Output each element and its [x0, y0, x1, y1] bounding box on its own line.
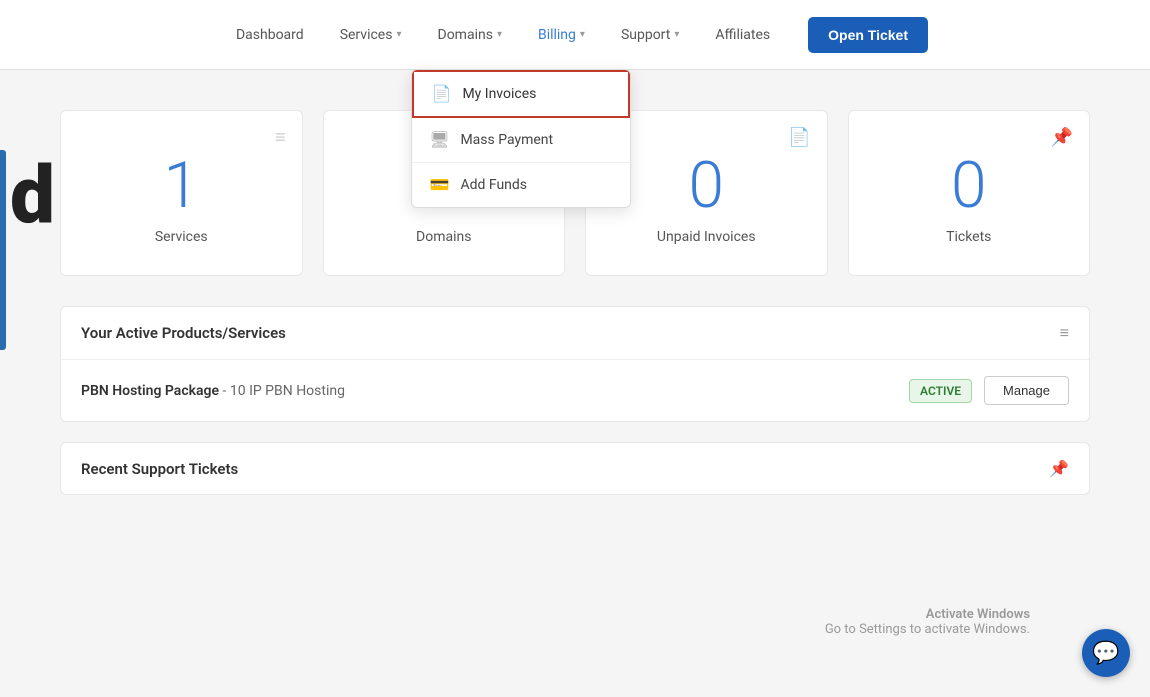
chat-bubble-button[interactable]: 💬: [1082, 629, 1130, 677]
billing-arrow-icon: ▾: [580, 29, 585, 40]
product-row: PBN Hosting Package - 10 IP PBN Hosting …: [61, 360, 1089, 421]
tickets-label: Tickets: [869, 229, 1070, 245]
nav-support[interactable]: Support ▾: [607, 19, 693, 51]
stat-services: ≡ 1 Services: [60, 110, 303, 276]
mass-payment-icon: 🖥: [430, 131, 448, 149]
nav-domains[interactable]: Domains ▾: [424, 19, 516, 51]
product-description: - 10 IP PBN Hosting: [223, 383, 345, 399]
navbar: Dashboard Services ▾ Domains ▾ Billing ▾…: [0, 0, 1150, 70]
recent-tickets-header: Recent Support Tickets 📌: [61, 443, 1089, 494]
manage-button[interactable]: Manage: [984, 376, 1069, 405]
unpaid-count: 0: [606, 151, 807, 221]
open-ticket-button[interactable]: Open Ticket: [808, 17, 928, 53]
left-letter: d: [10, 155, 55, 235]
side-indicator: [0, 150, 6, 350]
stat-tickets: 📌 0 Tickets: [848, 110, 1091, 276]
add-funds-icon: 💳: [430, 176, 448, 194]
domains-arrow-icon: ▾: [497, 29, 502, 40]
activate-windows-watermark: Activate Windows Go to Settings to activ…: [825, 607, 1030, 637]
tickets-count: 0: [869, 151, 1070, 221]
active-products-icon: ≡: [1060, 323, 1069, 343]
nav-affiliates[interactable]: Affiliates: [701, 19, 784, 51]
chat-icon: 💬: [1092, 641, 1119, 666]
nav-billing-container: Billing ▾ 📄 My Invoices 🖥 Mass Payment 💳…: [524, 19, 599, 51]
recent-tickets-title: Recent Support Tickets: [81, 460, 238, 478]
product-actions: ACTIVE Manage: [909, 376, 1069, 405]
recent-tickets-card: Recent Support Tickets 📌: [60, 442, 1090, 495]
nav-services[interactable]: Services ▾: [326, 19, 416, 51]
invoices-stat-icon: 📄: [788, 127, 810, 148]
services-stat-icon: ≡: [275, 127, 286, 148]
tickets-stat-icon: 📌: [1051, 127, 1073, 148]
domains-label: Domains: [344, 229, 545, 245]
nav-dashboard[interactable]: Dashboard: [222, 19, 318, 51]
dropdown-mass-payment[interactable]: 🖥 Mass Payment: [412, 118, 630, 163]
product-name: PBN Hosting Package: [81, 383, 219, 399]
services-label: Services: [81, 229, 282, 245]
dropdown-add-funds[interactable]: 💳 Add Funds: [412, 163, 630, 207]
recent-tickets-icon: 📌: [1049, 459, 1069, 478]
nav-billing[interactable]: Billing ▾: [524, 19, 599, 51]
active-products-header: Your Active Products/Services ≡: [61, 307, 1089, 360]
services-count: 1: [81, 151, 282, 221]
billing-dropdown: 📄 My Invoices 🖥 Mass Payment 💳 Add Funds: [411, 69, 631, 208]
support-arrow-icon: ▾: [674, 29, 679, 40]
dropdown-my-invoices[interactable]: 📄 My Invoices: [412, 70, 630, 118]
invoice-icon: 📄: [432, 85, 450, 103]
product-info: PBN Hosting Package - 10 IP PBN Hosting: [81, 383, 345, 399]
active-products-card: Your Active Products/Services ≡ PBN Host…: [60, 306, 1090, 422]
services-arrow-icon: ▾: [396, 29, 401, 40]
status-badge: ACTIVE: [909, 379, 972, 403]
active-products-title: Your Active Products/Services: [81, 324, 286, 342]
unpaid-label: Unpaid Invoices: [606, 229, 807, 245]
